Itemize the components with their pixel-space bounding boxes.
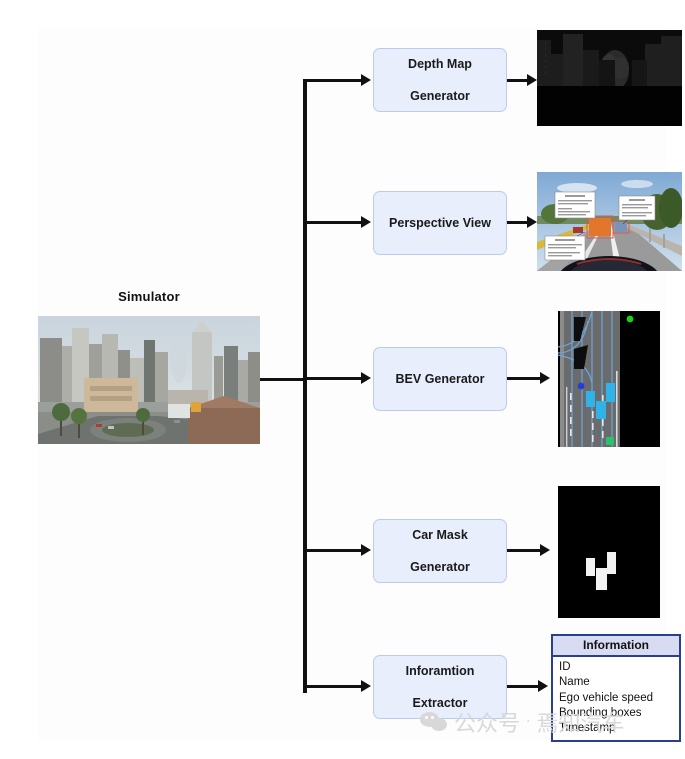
connector-information-out	[507, 685, 540, 688]
node-bev-generator-label: BEV Generator	[395, 372, 485, 386]
table-row: Name	[559, 676, 590, 689]
connector-carmask-out	[507, 549, 543, 552]
node-bev-generator[interactable]: BEV Generator	[373, 347, 507, 411]
car-mask-image	[558, 486, 660, 618]
depth-map-image	[537, 30, 682, 126]
simulator-city-scene-image	[38, 316, 260, 444]
table-row: ID	[559, 661, 571, 673]
information-table-body: ID Name Ego vehicle speed Bounding boxes…	[553, 657, 679, 740]
arrowhead-depth-out	[527, 74, 537, 86]
arrowhead-carmask-in	[361, 544, 371, 556]
node-perspective-view[interactable]: Perspective View	[373, 191, 507, 255]
node-depth-map-generator-label: Depth Map Generator	[408, 57, 472, 103]
connector-trunk-vertical	[303, 79, 307, 693]
arrowhead-carmask-out	[540, 544, 550, 556]
information-table-header: Information	[553, 636, 679, 657]
arrowhead-bev-in	[361, 372, 371, 384]
connector-branch-perspective	[303, 221, 361, 224]
connector-bev-out	[507, 377, 543, 380]
connector-branch-bev	[303, 377, 361, 380]
node-information-extractor-label: Inforamtion Extractor	[405, 664, 475, 710]
arrowhead-information-out	[538, 680, 548, 692]
node-perspective-view-label: Perspective View	[389, 216, 491, 230]
diagram-canvas: Simulator Depth Map Generator Perspectiv…	[0, 0, 685, 759]
connector-simulator-stem	[260, 378, 305, 381]
arrowhead-information-in	[361, 680, 371, 692]
node-car-mask-generator-label: Car Mask Generator	[410, 528, 470, 574]
arrowhead-perspective-in	[361, 216, 371, 228]
simulator-label: Simulator	[118, 289, 180, 304]
table-row: Ego vehicle speed	[559, 691, 653, 704]
information-table: Information ID Name Ego vehicle speed Bo…	[551, 634, 681, 743]
arrowhead-depth-in	[361, 74, 371, 86]
arrowhead-bev-out	[540, 372, 550, 384]
arrowhead-perspective-out	[527, 216, 537, 228]
connector-branch-information	[303, 685, 361, 688]
connector-branch-carmask	[303, 549, 361, 552]
perspective-view-image	[537, 172, 682, 271]
node-car-mask-generator[interactable]: Car Mask Generator	[373, 519, 507, 583]
table-row: Bounding boxes	[559, 706, 642, 719]
node-information-extractor[interactable]: Inforamtion Extractor	[373, 655, 507, 719]
bev-image	[558, 311, 660, 447]
connector-branch-depth	[303, 79, 361, 82]
table-row: Timestamp	[559, 722, 616, 735]
node-depth-map-generator[interactable]: Depth Map Generator	[373, 48, 507, 112]
